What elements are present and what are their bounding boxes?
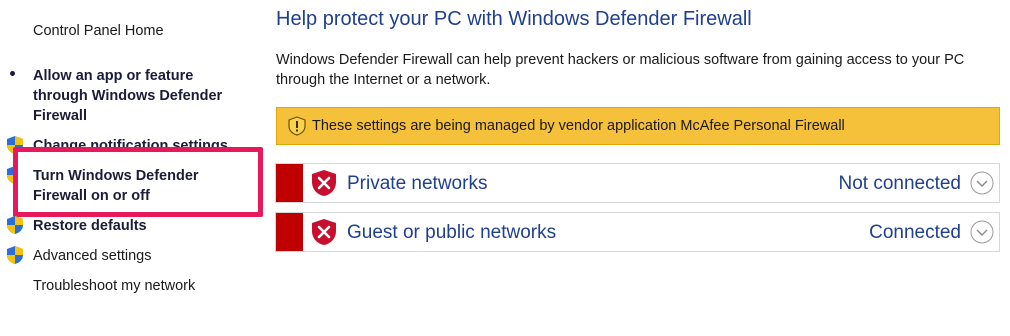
- page-title: Help protect your PC with Windows Defend…: [276, 8, 752, 30]
- chevron-down-icon[interactable]: [970, 171, 994, 195]
- shield-icon: [7, 246, 23, 264]
- red-shield-x-icon: [312, 219, 336, 245]
- allow-app-line-3: Firewall: [33, 108, 87, 124]
- shield-icon: [7, 216, 23, 234]
- restore-defaults-link[interactable]: Restore defaults: [33, 216, 147, 236]
- red-shield-x-icon: [312, 170, 336, 196]
- warning-text: These settings are being managed by vend…: [312, 118, 845, 134]
- sidebar: Control Panel Home Allow an app or featu…: [0, 0, 263, 336]
- private-networks-panel[interactable]: Private networks Not connected: [275, 163, 1000, 203]
- network-name: Private networks: [347, 173, 488, 194]
- status-bar: [276, 213, 303, 251]
- bullet-icon: [10, 71, 15, 76]
- network-status: Not connected: [838, 173, 961, 194]
- network-status: Connected: [869, 222, 961, 243]
- chevron-down-icon[interactable]: [970, 220, 994, 244]
- advanced-settings-link[interactable]: Advanced settings: [33, 246, 152, 266]
- vendor-warning-banner: These settings are being managed by vend…: [276, 107, 1000, 145]
- allow-app-line-1: Allow an app or feature: [33, 68, 194, 84]
- allow-app-line-2: through Windows Defender: [33, 88, 223, 104]
- turn-on-off-line-1: Turn Windows Defender: [33, 168, 199, 184]
- turn-firewall-on-off-link[interactable]: Turn Windows Defender Firewall on or off: [33, 166, 199, 206]
- public-networks-panel[interactable]: Guest or public networks Connected: [275, 212, 1000, 252]
- turn-on-off-line-2: Firewall on or off: [33, 188, 150, 204]
- network-name: Guest or public networks: [347, 222, 557, 243]
- page-description: Windows Defender Firewall can help preve…: [276, 52, 965, 88]
- status-bar: [276, 164, 303, 202]
- troubleshoot-network-link[interactable]: Troubleshoot my network: [33, 276, 195, 296]
- warning-icon: [288, 116, 306, 136]
- control-panel-home-link[interactable]: Control Panel Home: [33, 21, 164, 41]
- allow-app-link[interactable]: Allow an app or feature through Windows …: [33, 66, 222, 126]
